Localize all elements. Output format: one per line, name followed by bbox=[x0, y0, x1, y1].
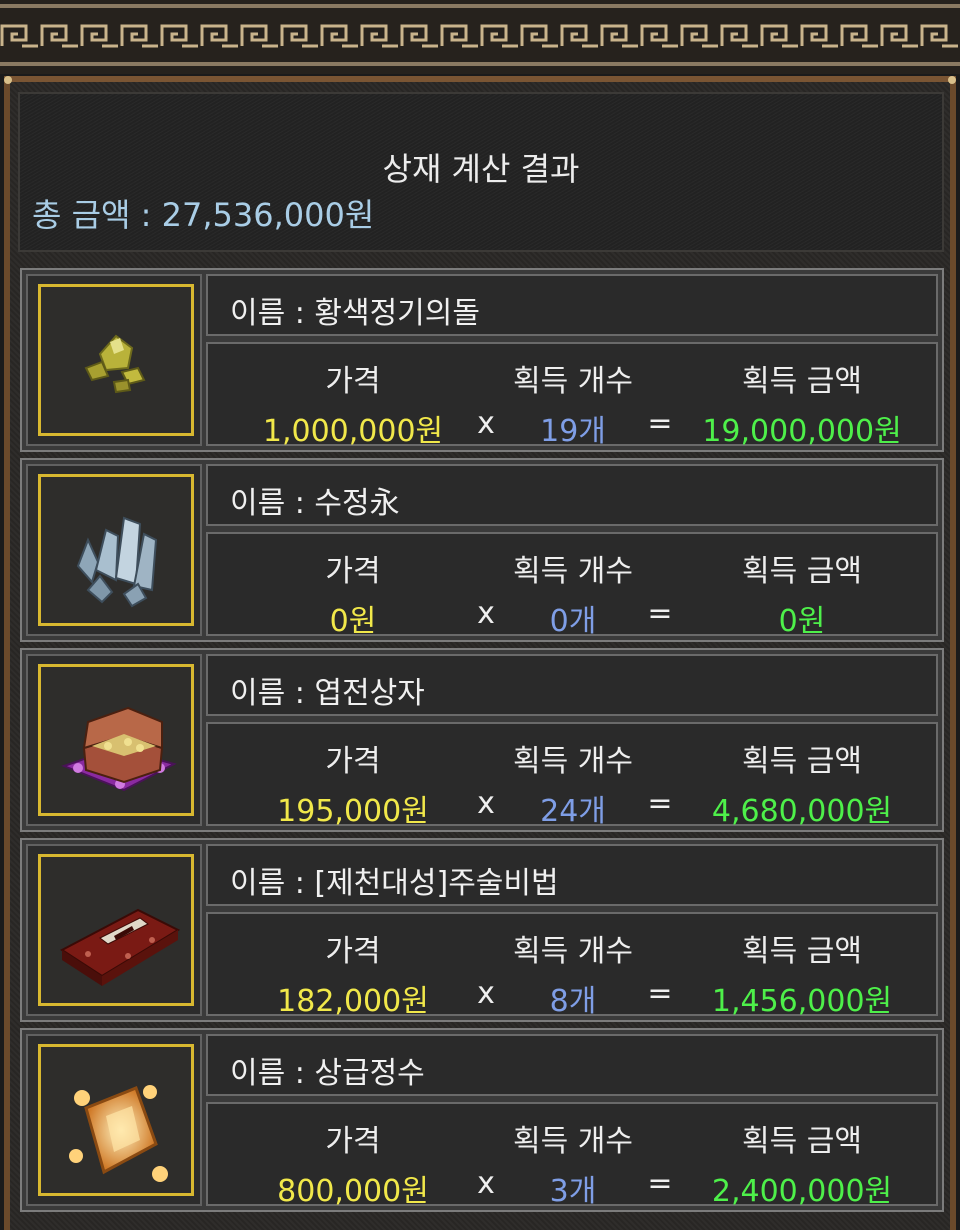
price-header: 가격 bbox=[325, 554, 381, 589]
item-amount: 19,000,000원 bbox=[702, 414, 902, 449]
amount-header: 획득 금액 bbox=[742, 364, 862, 399]
item-calculation: 가격 획득 개수 획득 금액 195,000원 x 24개 = 4,680,00… bbox=[206, 722, 938, 829]
item-slot bbox=[26, 1034, 202, 1206]
item-name-bar: 이름 : 상급정수 bbox=[206, 1034, 938, 1096]
equals-sign: = bbox=[647, 406, 673, 441]
item-slot bbox=[26, 844, 202, 1016]
item-count: 3개 bbox=[549, 1174, 597, 1209]
item-count: 19개 bbox=[540, 414, 606, 449]
item-name-bar: 이름 : [제천대성]주술비법 bbox=[206, 844, 938, 906]
yellow-stone-icon bbox=[84, 334, 146, 394]
amount-header: 획득 금액 bbox=[742, 554, 862, 589]
item-name: 이름 : 황색정기의돌 bbox=[230, 296, 480, 331]
page-title: 상재 계산 결과 bbox=[382, 150, 580, 188]
item-calculation: 가격 획득 개수 획득 금액 800,000원 x 3개 = 2,400,000… bbox=[206, 1102, 938, 1209]
count-header: 획득 개수 bbox=[513, 934, 633, 969]
price-header: 가격 bbox=[325, 1124, 381, 1159]
item-price: 800,000원 bbox=[277, 1174, 429, 1209]
crystal-icon bbox=[76, 516, 158, 608]
amount-header: 획득 금액 bbox=[742, 744, 862, 779]
essence-crystal-icon bbox=[69, 1085, 168, 1182]
result-header: 상재 계산 결과 총 금액 : 27,536,000원 bbox=[18, 92, 944, 252]
amount-header: 획득 금액 bbox=[742, 934, 862, 969]
total-amount: 총 금액 : 27,536,000원 bbox=[32, 196, 375, 234]
item-name-bar: 이름 : 황색정기의돌 bbox=[206, 274, 938, 336]
item-slot bbox=[26, 274, 202, 446]
item-name: 이름 : 수정永 bbox=[230, 486, 400, 521]
item-amount: 1,456,000원 bbox=[711, 984, 893, 1019]
price-header: 가격 bbox=[325, 744, 381, 779]
count-header: 획득 개수 bbox=[513, 364, 633, 399]
item-amount: 4,680,000원 bbox=[711, 794, 893, 829]
item-count: 24개 bbox=[540, 794, 606, 829]
item-name-bar: 이름 : 엽전상자 bbox=[206, 654, 938, 716]
item-amount: 0원 bbox=[778, 604, 826, 639]
item-count: 0개 bbox=[549, 604, 597, 639]
item-name: 이름 : [제천대성]주술비법 bbox=[230, 866, 559, 901]
count-header: 획득 개수 bbox=[513, 1124, 633, 1159]
item-calculation: 가격 획득 개수 획득 금액 1,000,000원 x 19개 = 19,000… bbox=[206, 342, 938, 449]
item-price: 182,000원 bbox=[277, 984, 429, 1019]
item-list: 이름 : 황색정기의돌 가격 획득 개수 획득 금액 1,000,000원 x … bbox=[20, 268, 944, 1218]
item-slot bbox=[26, 654, 202, 826]
item-row: 이름 : 황색정기의돌 가격 획득 개수 획득 금액 1,000,000원 x … bbox=[20, 268, 944, 452]
equals-sign: = bbox=[647, 976, 673, 1011]
amount-header: 획득 금액 bbox=[742, 1124, 862, 1159]
count-header: 획득 개수 bbox=[513, 554, 633, 589]
item-calculation: 가격 획득 개수 획득 금액 0원 x 0개 = 0원 bbox=[206, 532, 938, 639]
result-window: 상재 계산 결과 총 금액 : 27,536,000원 이름 : 황색정기의돌 … bbox=[4, 76, 956, 1230]
item-row: 이름 : 상급정수 가격 획득 개수 획득 금액 800,000원 x 3개 =… bbox=[20, 1028, 944, 1212]
item-name: 이름 : 엽전상자 bbox=[230, 676, 425, 711]
coin-chest-icon bbox=[61, 706, 177, 792]
equals-sign: = bbox=[647, 1166, 673, 1201]
item-price: 1,000,000원 bbox=[262, 414, 444, 449]
equals-sign: = bbox=[647, 786, 673, 821]
item-name-bar: 이름 : 수정永 bbox=[206, 464, 938, 526]
top-decorative-band bbox=[0, 0, 960, 74]
item-row: 이름 : 엽전상자 가격 획득 개수 획득 금액 195,000원 x 24개 … bbox=[20, 648, 944, 832]
equals-sign: = bbox=[647, 596, 673, 631]
item-price: 195,000원 bbox=[277, 794, 429, 829]
item-count: 8개 bbox=[549, 984, 597, 1019]
item-name: 이름 : 상급정수 bbox=[230, 1056, 425, 1091]
item-slot bbox=[26, 464, 202, 636]
item-row: 이름 : [제천대성]주술비법 가격 획득 개수 획득 금액 182,000원 … bbox=[20, 838, 944, 1022]
item-amount: 2,400,000원 bbox=[711, 1174, 893, 1209]
item-price: 0원 bbox=[329, 604, 377, 639]
price-header: 가격 bbox=[325, 934, 381, 969]
greek-key-pattern bbox=[0, 18, 960, 54]
item-calculation: 가격 획득 개수 획득 금액 182,000원 x 8개 = 1,456,000… bbox=[206, 912, 938, 1019]
price-header: 가격 bbox=[325, 364, 381, 399]
spellbook-icon bbox=[60, 908, 181, 986]
item-row: 이름 : 수정永 가격 획득 개수 획득 금액 0원 x 0개 = 0원 bbox=[20, 458, 944, 642]
count-header: 획득 개수 bbox=[513, 744, 633, 779]
